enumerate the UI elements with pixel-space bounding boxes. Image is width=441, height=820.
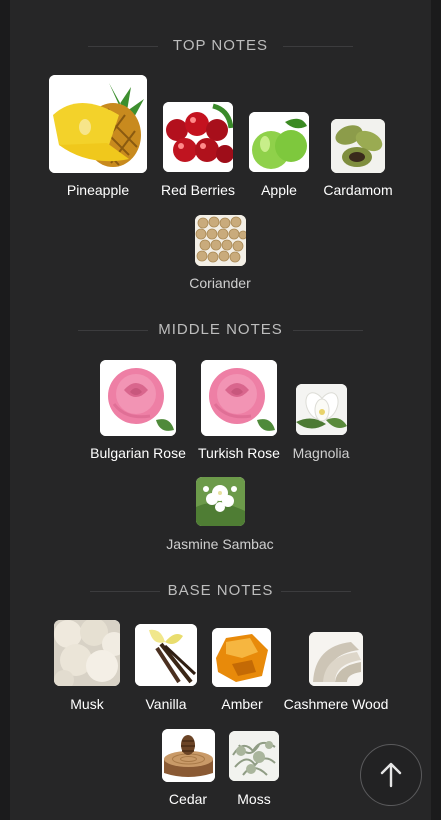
pineapple-image (49, 75, 147, 173)
amber-image (212, 628, 271, 687)
cedar-image (162, 729, 215, 782)
scroll-to-top-button[interactable] (360, 744, 422, 806)
divider (88, 46, 158, 47)
magnolia-image (296, 384, 347, 435)
divider (293, 330, 363, 331)
section-heading-base: BASE NOTES (0, 582, 441, 599)
cardamom-image (331, 119, 385, 173)
jasmine-image (196, 477, 245, 526)
arrow-up-icon (380, 762, 402, 788)
musk-image (54, 620, 120, 686)
moss-image (229, 731, 279, 781)
vanilla-image (135, 624, 197, 686)
section-heading-middle: MIDDLE NOTES (0, 321, 441, 338)
divider (78, 330, 148, 331)
apple-image (249, 112, 309, 172)
section-heading-top: TOP NOTES (0, 37, 441, 54)
divider (283, 46, 353, 47)
divider (281, 591, 351, 592)
rose-image (100, 360, 176, 436)
rose-image (201, 360, 277, 436)
coriander-image (195, 215, 246, 266)
divider (90, 591, 160, 592)
red-berries-image (163, 102, 233, 172)
cashmere-wood-image (309, 632, 363, 686)
